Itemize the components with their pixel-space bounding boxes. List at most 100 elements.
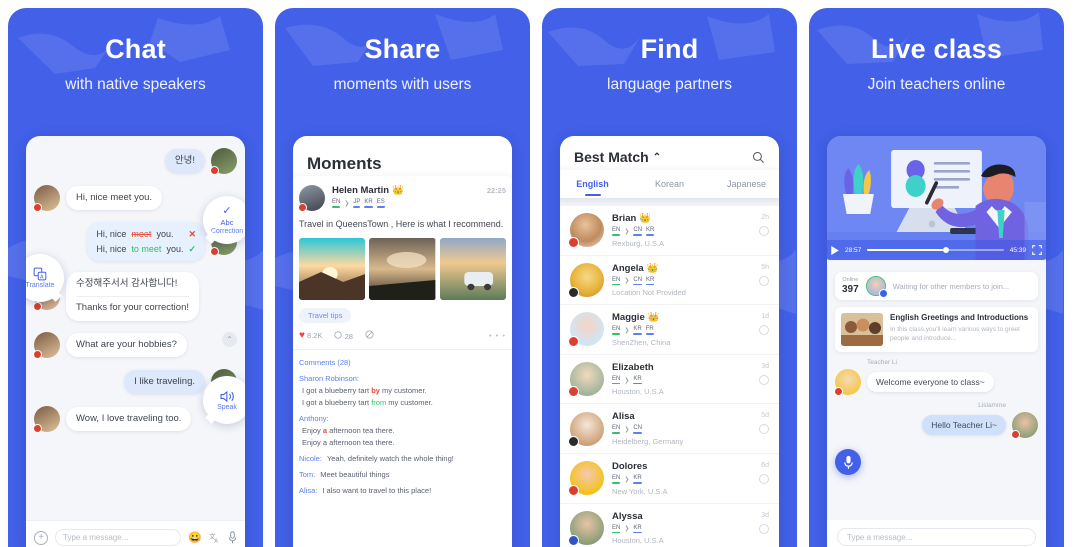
clock-icon[interactable]: [759, 473, 769, 484]
avatar[interactable]: [568, 411, 604, 447]
translate-icon[interactable]: 文A: [209, 532, 221, 544]
crown-icon: 👑: [646, 262, 659, 274]
avatar[interactable]: [834, 369, 861, 396]
message-input[interactable]: Type a message...: [837, 528, 1036, 546]
mic-icon[interactable]: [228, 531, 237, 544]
arrow-right-icon: ❯: [624, 476, 630, 483]
list-item[interactable]: Dolores EN ❯ KR New York, U.S.A 6d: [560, 454, 779, 504]
list-item[interactable]: Alyssa EN ❯ KR Houston, U.S.A 3d: [560, 504, 779, 547]
chat-bubble[interactable]: Hi, nice meet you.: [66, 185, 163, 211]
list-item[interactable]: Brian 👑 EN ❯ CN KR Rexburg, U.S.A 2h: [560, 206, 779, 256]
avatar[interactable]: [210, 148, 237, 175]
post-images[interactable]: [299, 238, 506, 301]
avatar[interactable]: [568, 312, 604, 348]
partner-location: Houston, U.S.A: [612, 536, 664, 546]
avatar[interactable]: [568, 362, 604, 398]
chat-message-list[interactable]: 안녕! Hi, nice meet you. Hi, nice meet you…: [26, 136, 245, 520]
avatar[interactable]: [568, 262, 604, 298]
chat-bubble[interactable]: I like traveling.: [124, 369, 205, 395]
avatar[interactable]: [865, 276, 888, 298]
list-item[interactable]: Alisa EN ❯ CN Heidelberg, Germany 5d: [560, 404, 779, 454]
comment-wrong-line: I got a blueberry tart by my customer.: [302, 386, 427, 396]
chat-row: What are your hobbies?: [33, 331, 237, 359]
chat-bubble-translated[interactable]: 수정해주서서 감사합니다! Thanks for your correction…: [66, 272, 199, 321]
clock-icon[interactable]: [759, 226, 769, 236]
language-badge: KR: [633, 376, 642, 385]
language-badge: CN: [633, 227, 643, 236]
fullscreen-icon[interactable]: [1032, 245, 1042, 255]
partner-list[interactable]: Brian 👑 EN ❯ CN KR Rexburg, U.S.A 2h Ang…: [560, 206, 779, 547]
emoji-icon[interactable]: 😀: [188, 531, 202, 544]
progress-knob[interactable]: [943, 247, 950, 253]
class-info-card[interactable]: English Greetings and Introductions In t…: [835, 307, 1038, 352]
flag-badge: [33, 423, 42, 433]
translate-icon: A: [33, 267, 47, 281]
tab-korean[interactable]: Korean: [631, 179, 708, 189]
panel-subtitle: Join teachers online: [867, 76, 1006, 93]
flag-badge: [210, 166, 219, 175]
chat-bubble[interactable]: What are your hobbies?: [66, 332, 187, 358]
message-input[interactable]: Type a message...: [55, 529, 182, 546]
correction-label: Correction: [210, 227, 244, 235]
class-video-player[interactable]: 28:57 45:39: [827, 136, 1046, 260]
avatar[interactable]: [568, 213, 604, 249]
play-icon[interactable]: [831, 245, 839, 255]
online-count: 397: [842, 283, 859, 295]
avatar[interactable]: [33, 331, 60, 359]
language-badge: EN: [612, 277, 621, 286]
class-chat-bubble[interactable]: Hello Teacher Li~: [922, 415, 1006, 435]
speak-feature-badge[interactable]: Speak: [203, 376, 245, 424]
like-stat[interactable]: ♥ 8.2K: [299, 330, 322, 341]
chevron-up-icon[interactable]: ⌃: [653, 152, 661, 163]
tab-japanese[interactable]: Japanese: [708, 179, 779, 189]
class-chat-row: Hello Teacher Li~: [835, 412, 1038, 439]
list-item[interactable]: Maggie 👑 EN ❯ KR FR ShenZhen, China 1d: [560, 305, 779, 355]
search-icon[interactable]: [752, 151, 765, 164]
avatar[interactable]: [568, 510, 604, 546]
correction-feature-badge[interactable]: ✓ Abc Correction: [203, 196, 245, 244]
divider: [293, 349, 512, 351]
avatar[interactable]: [1011, 412, 1038, 439]
best-match-title[interactable]: Best Match ⌃: [574, 149, 661, 165]
post-image[interactable]: [299, 238, 366, 301]
clock-icon[interactable]: [759, 275, 769, 286]
video-controls[interactable]: 28:57 45:39: [827, 240, 1046, 260]
panel-share-header: Share moments with users: [275, 8, 530, 94]
clock-icon[interactable]: [759, 374, 769, 385]
moment-post-card[interactable]: Helen Martin 👑 22:25 EN ❯ JP KR ES Trave…: [293, 176, 512, 547]
mute-stat[interactable]: [365, 330, 374, 341]
chat-bubble[interactable]: Wow, I love traveling too.: [66, 406, 192, 432]
online-label: Online: [842, 277, 859, 284]
tab-english[interactable]: English: [560, 179, 631, 189]
progress-bar[interactable]: [867, 247, 1004, 253]
avatar[interactable]: [33, 405, 60, 433]
avatar[interactable]: [33, 185, 60, 212]
add-attachment-icon[interactable]: +: [34, 530, 48, 545]
microphone-button[interactable]: [835, 449, 861, 475]
language-badges: EN ❯ KR FR: [612, 326, 769, 335]
language-badge: KR: [633, 326, 642, 335]
chat-bubble[interactable]: 안녕!: [164, 148, 205, 174]
flag-badge: [33, 349, 42, 359]
scroll-up-icon[interactable]: ⌃: [222, 332, 237, 347]
class-chat-bubble[interactable]: Welcome everyone to class~: [867, 372, 994, 392]
list-item[interactable]: Elizabeth EN ❯ KR Houston, U.S.A 3d: [560, 355, 779, 405]
correction-bubble[interactable]: Hi, nice meet you. ✕ Hi, nice to meet yo…: [87, 222, 205, 262]
panel-subtitle: language partners: [607, 76, 732, 93]
arrow-right-icon: ❯: [624, 327, 630, 334]
list-item[interactable]: Angela 👑 EN ❯ CN KR Location Not Provided…: [560, 256, 779, 306]
wrong-post: you.: [156, 229, 174, 239]
flag-badge: [834, 387, 843, 396]
post-image[interactable]: [369, 238, 436, 301]
progress-fill: [867, 249, 947, 251]
post-text: Travel in QueensTown , Here is what I re…: [299, 219, 504, 229]
bubble-line-translation: Thanks for your correction!: [76, 302, 189, 314]
clock-icon[interactable]: [759, 523, 769, 534]
more-options-icon[interactable]: • • •: [489, 331, 506, 340]
screenshot-board: Chat with native speakers 안녕! Hi, nice m…: [0, 0, 1080, 547]
avatar[interactable]: [568, 461, 604, 497]
post-image[interactable]: [439, 238, 506, 301]
avatar[interactable]: [298, 185, 325, 212]
comment-stat[interactable]: 28: [334, 330, 353, 341]
post-tag[interactable]: Travel tips: [299, 308, 352, 324]
